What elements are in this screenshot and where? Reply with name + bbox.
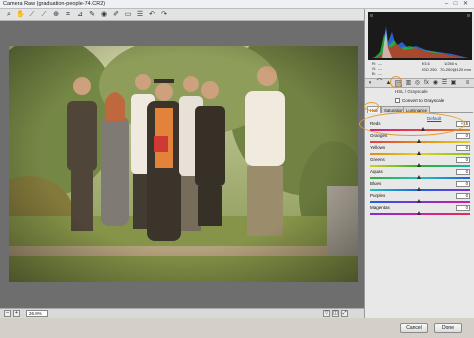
color-sampler-icon[interactable]: ⟋ (40, 11, 48, 19)
zoom-out-button[interactable]: – (4, 310, 11, 317)
histogram (368, 12, 472, 60)
window-title: Camera Raw (graduation-people-74.CR2) (3, 1, 106, 7)
aperture-value: f/3.5 (422, 61, 430, 66)
slider-value-greens[interactable]: 0 (456, 157, 470, 163)
zoom-icon[interactable]: ⌕ (5, 11, 13, 19)
slider-label-aquas: Aquas (370, 169, 383, 174)
slider-value-magentas[interactable]: 0 (456, 205, 470, 211)
slider-label-blues: Blues (370, 181, 382, 186)
preferences-icon[interactable]: ☰ (136, 11, 144, 19)
iso-value: ISO 250 (422, 67, 437, 72)
target-adjust-icon[interactable]: ⊕ (52, 11, 60, 19)
split-toning-icon[interactable]: ▥ (405, 80, 412, 87)
slider-thumb-aquas[interactable] (417, 175, 421, 179)
red-eye-icon[interactable]: ◉ (100, 11, 108, 19)
hue-tab-highlight (364, 102, 379, 111)
convert-grayscale-row[interactable]: Convert to Grayscale (395, 98, 445, 104)
b-label: B: (372, 71, 376, 76)
minimize-button[interactable]: – (443, 1, 450, 7)
slider-thumb-oranges[interactable] (417, 139, 421, 143)
histogram-graph (370, 14, 470, 58)
rotate-cw-icon[interactable]: ↷ (160, 11, 168, 19)
hsl-icon-highlight (390, 76, 402, 88)
convert-grayscale-checkbox[interactable] (395, 98, 400, 104)
photo-preview[interactable] (9, 46, 358, 282)
slider-value-aquas[interactable]: 0 (456, 169, 470, 175)
slider-row-greens: Greens 0 (369, 157, 473, 169)
adjustment-brush-icon[interactable]: ✐ (112, 11, 120, 19)
basic-icon[interactable]: ◐ (367, 80, 374, 87)
slider-row-blues: Blues 0 (369, 181, 473, 193)
slider-value-purples[interactable]: 0 (456, 193, 470, 199)
convert-grayscale-label: Convert to Grayscale (402, 98, 445, 103)
slider-row-magentas: Magentas 0 (369, 205, 473, 217)
b-value: --- (378, 71, 382, 76)
slider-thumb-magentas[interactable] (417, 211, 421, 215)
slider-value-yellows[interactable]: 0 (456, 145, 470, 151)
done-button[interactable]: Done (434, 323, 462, 333)
toolbar: ⌕ ✋ ⟋ ⟋ ⊕ ⌗ ⊿ ✎ ◉ ✐ ▭ ☰ ↶ ↷ (0, 9, 364, 21)
fullscreen-icon[interactable]: ⤢ (341, 310, 348, 317)
panel-menu-icon[interactable]: ≡ (464, 80, 471, 87)
shutter-value: 1/250 s (444, 61, 458, 66)
rgb-readout: R: --- G: --- B: --- f/3.5 1/250 s ISO 2… (368, 61, 472, 77)
lens-corrections-icon[interactable]: ◎ (414, 80, 421, 87)
white-balance-icon[interactable]: ⟋ (28, 11, 36, 19)
slider-label-purples: Purples (370, 193, 386, 198)
slider-row-yellows: Yellows 0 (369, 145, 473, 157)
slider-value-oranges[interactable]: 0 (456, 133, 470, 139)
slider-thumb-purples[interactable] (417, 199, 421, 203)
graduated-filter-icon[interactable]: ▭ (124, 11, 132, 19)
slider-thumb-blues[interactable] (417, 187, 421, 191)
zoom-in-button[interactable]: + (13, 310, 20, 317)
slider-thumb-greens[interactable] (417, 163, 421, 167)
camera-calibration-icon[interactable]: ◉ (432, 80, 439, 87)
slider-row-purples: Purples 0 (369, 193, 473, 205)
panel-tab-icons: ◐ ⌒ ▲ ▤ ▥ ◎ fx ◉ ☰ ▣ ≡ (365, 78, 474, 88)
snapshots-icon[interactable]: ▣ (450, 80, 457, 87)
spot-removal-icon[interactable]: ✎ (88, 11, 96, 19)
zoom-level-select[interactable]: 26.8% (26, 310, 48, 317)
crop-icon[interactable]: ⌗ (64, 11, 72, 19)
lens-value: 70-200@120 mm (440, 67, 471, 72)
straighten-icon[interactable]: ⊿ (76, 11, 84, 19)
title-bar: Camera Raw (graduation-people-74.CR2) – … (0, 0, 474, 9)
close-button[interactable]: ✕ (462, 1, 469, 7)
reds-slider-highlight (359, 112, 465, 136)
slider-value-blues[interactable]: 0 (456, 181, 470, 187)
slider-row-aquas: Aquas 0 (369, 169, 473, 181)
rotate-ccw-icon[interactable]: ↶ (148, 11, 156, 19)
slider-label-yellows: Yellows (370, 145, 386, 150)
filter-icon[interactable]: ▽ (323, 310, 330, 317)
before-after-icon[interactable]: ◫ (332, 310, 339, 317)
bottom-bar: Cancel Done (0, 318, 474, 338)
slider-label-greens: Greens (370, 157, 385, 162)
section-title: HSL / Grayscale (395, 89, 428, 94)
effects-icon[interactable]: fx (423, 80, 430, 87)
cancel-button[interactable]: Cancel (400, 323, 428, 333)
status-bar: – + 26.8% ▽ ◫ ⤢ (0, 308, 364, 318)
slider-thumb-yellows[interactable] (417, 151, 421, 155)
graduation-group-photo (9, 46, 358, 282)
maximize-button[interactable]: □ (452, 1, 459, 7)
adjustments-panel: R: --- G: --- B: --- f/3.5 1/250 s ISO 2… (364, 9, 474, 318)
presets-icon[interactable]: ☰ (441, 80, 448, 87)
hand-icon[interactable]: ✋ (16, 11, 25, 19)
tone-curve-icon[interactable]: ⌒ (376, 80, 383, 87)
slider-label-magentas: Magentas (370, 205, 390, 210)
